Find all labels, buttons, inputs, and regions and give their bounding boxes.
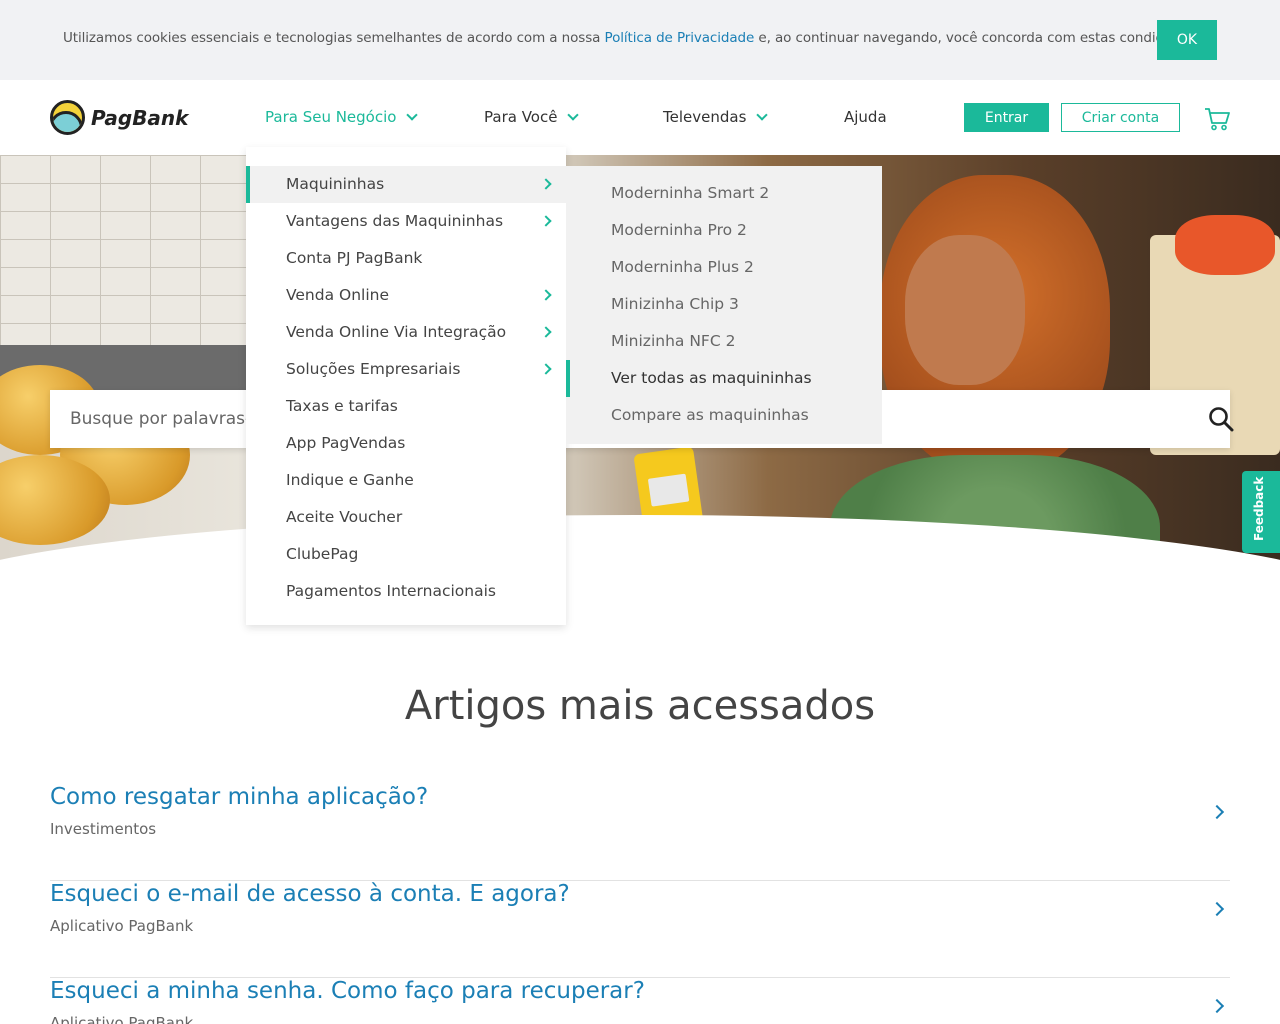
pagbank-logo-icon (50, 100, 85, 135)
menu-item-indique-ganhe[interactable]: Indique e Ganhe (246, 462, 566, 499)
menu-item-label: Venda Online Via Integração (286, 323, 507, 341)
menu-item-label: Taxas e tarifas (286, 397, 398, 415)
menu-item-maquininhas[interactable]: Maquininhas (246, 166, 566, 203)
privacy-policy-link[interactable]: Política de Privacidade (605, 30, 755, 46)
menu-item-taxas[interactable]: Taxas e tarifas (246, 388, 566, 425)
cookie-ok-button[interactable]: OK (1157, 20, 1217, 60)
hero-pepper (1175, 215, 1275, 275)
chevron-right-icon (540, 215, 552, 227)
cookie-text-start: Utilizamos cookies essenciais e tecnolog… (63, 30, 605, 46)
card-machine-screen (647, 473, 690, 507)
menu-item-clubepag[interactable]: ClubePag (246, 536, 566, 573)
menu-item-label: Vantagens das Maquininhas (286, 212, 504, 230)
nav-para-seu-negocio[interactable]: Para Seu Negócio (265, 108, 419, 126)
article-category: Aplicativo PagBank (50, 917, 194, 935)
menu-item-label: Pagamentos Internacionais (286, 582, 496, 600)
create-account-button[interactable]: Criar conta (1061, 103, 1180, 132)
pagbank-logo[interactable]: PagBank (50, 100, 188, 135)
submenu-item-moderninha-pro-2[interactable]: Moderninha Pro 2 (566, 212, 882, 249)
cart-icon[interactable] (1204, 107, 1230, 131)
menu-item-pagamentos-internacionais[interactable]: Pagamentos Internacionais (246, 573, 566, 610)
submenu-item-compare[interactable]: Compare as maquininhas (566, 397, 882, 434)
chevron-down-icon (406, 108, 419, 121)
business-dropdown-menu: Maquininhas Vantagens das Maquininhas Co… (246, 147, 566, 625)
feedback-tab[interactable]: Feedback (1242, 471, 1280, 553)
menu-item-label: Maquininhas (286, 175, 385, 193)
menu-item-label: Venda Online (286, 286, 390, 304)
article-category: Investimentos (50, 820, 157, 838)
nav-televendas[interactable]: Televendas (663, 108, 769, 126)
chevron-right-icon[interactable] (1209, 901, 1225, 917)
submenu-item-minizinha-chip-3[interactable]: Minizinha Chip 3 (566, 286, 882, 323)
menu-item-vantagens[interactable]: Vantagens das Maquininhas (246, 203, 566, 240)
submenu-item-ver-todas[interactable]: Ver todas as maquininhas (566, 360, 882, 397)
menu-item-label: Aceite Voucher (286, 508, 403, 526)
login-button[interactable]: Entrar (964, 103, 1049, 132)
menu-item-venda-online-integracao[interactable]: Venda Online Via Integração (246, 314, 566, 351)
menu-item-app-pagvendas[interactable]: App PagVendas (246, 425, 566, 462)
hero-woman-face (905, 235, 1025, 385)
menu-item-label: Conta PJ PagBank (286, 249, 423, 267)
menu-item-label: App PagVendas (286, 434, 406, 452)
logo-text: PagBank (91, 105, 189, 130)
article-category: Aplicativo PagBank (50, 1014, 194, 1024)
menu-item-solucoes-empresariais[interactable]: Soluções Empresariais (246, 351, 566, 388)
nav-ajuda[interactable]: Ajuda (844, 108, 887, 126)
chevron-right-icon (540, 178, 552, 190)
submenu-item-moderninha-plus-2[interactable]: Moderninha Plus 2 (566, 249, 882, 286)
article-row[interactable]: Como resgatar minha aplicação? Investime… (50, 784, 1230, 881)
maquininhas-submenu: Moderninha Smart 2 Moderninha Pro 2 Mode… (566, 166, 882, 444)
chevron-down-icon (567, 108, 580, 121)
nav-label: Televendas (663, 108, 747, 126)
nav-label: Para Você (484, 108, 558, 126)
article-title[interactable]: Como resgatar minha aplicação? (50, 784, 428, 810)
article-row[interactable]: Esqueci a minha senha. Como faço para re… (50, 978, 1230, 1024)
menu-item-conta-pj[interactable]: Conta PJ PagBank (246, 240, 566, 277)
submenu-item-minizinha-nfc-2[interactable]: Minizinha NFC 2 (566, 323, 882, 360)
chevron-down-icon (756, 108, 769, 121)
submenu-item-moderninha-smart-2[interactable]: Moderninha Smart 2 (566, 175, 882, 212)
nav-label: Ajuda (844, 108, 887, 126)
nav-label: Para Seu Negócio (265, 108, 397, 126)
nav-para-voce[interactable]: Para Você (484, 108, 580, 126)
feedback-label: Feedback (1252, 476, 1266, 541)
cookie-text-end: e, ao continuar navegando, você concorda… (754, 30, 1191, 46)
menu-item-venda-online[interactable]: Venda Online (246, 277, 566, 314)
article-row[interactable]: Esqueci o e-mail de acesso à conta. E ag… (50, 881, 1230, 978)
menu-item-aceite-voucher[interactable]: Aceite Voucher (246, 499, 566, 536)
chevron-right-icon (540, 363, 552, 375)
site-header: PagBank Para Seu Negócio Para Você Telev… (0, 80, 1280, 155)
menu-item-label: Soluções Empresariais (286, 360, 461, 378)
cookie-text: Utilizamos cookies essenciais e tecnolog… (63, 30, 1190, 46)
chevron-right-icon[interactable] (1209, 998, 1225, 1014)
search-icon[interactable] (1208, 406, 1234, 432)
menu-item-label: ClubePag (286, 545, 359, 563)
article-title[interactable]: Esqueci o e-mail de acesso à conta. E ag… (50, 881, 570, 907)
cookie-banner: Utilizamos cookies essenciais e tecnolog… (0, 0, 1280, 80)
article-title[interactable]: Esqueci a minha senha. Como faço para re… (50, 978, 645, 1004)
chevron-right-icon[interactable] (1209, 804, 1225, 820)
menu-item-label: Indique e Ganhe (286, 471, 414, 489)
section-title: Artigos mais acessados (404, 683, 876, 729)
chevron-right-icon (540, 326, 552, 338)
chevron-right-icon (540, 289, 552, 301)
